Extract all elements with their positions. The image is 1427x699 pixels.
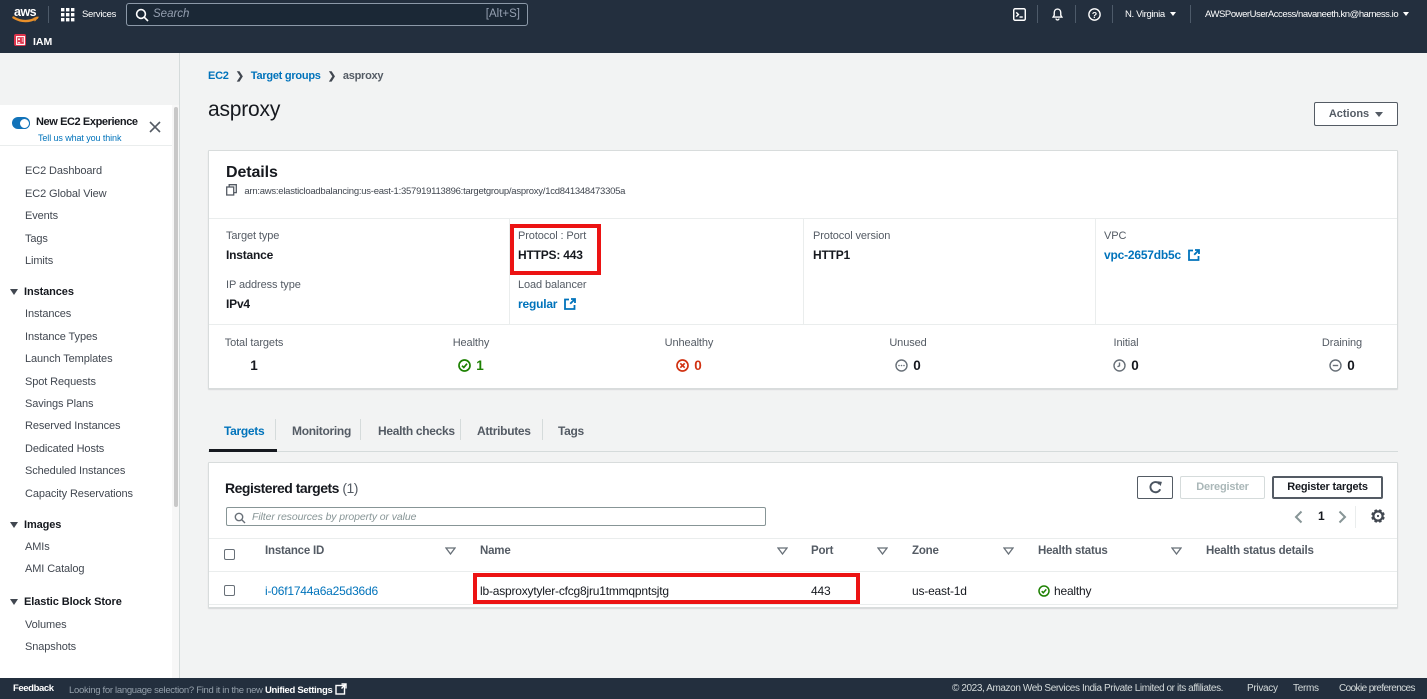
svg-text:?: ?	[1092, 10, 1097, 20]
svg-text:aws: aws	[14, 5, 37, 19]
